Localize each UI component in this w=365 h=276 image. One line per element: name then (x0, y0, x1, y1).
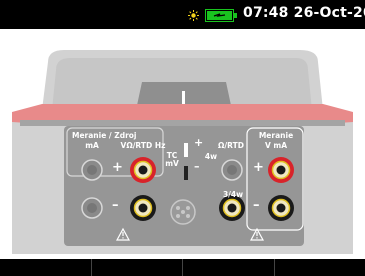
mv-label: mV (165, 159, 179, 168)
battery-charging-icon (205, 9, 237, 22)
multipin-connector (170, 199, 196, 225)
jack-ma-plus (81, 159, 103, 181)
jack-v-plus (130, 157, 156, 183)
group-right-title: Meranie (258, 131, 294, 140)
softkey-1[interactable] (0, 259, 91, 276)
terminal-panel (12, 50, 353, 254)
minus-label: – (253, 198, 260, 213)
group-left-unit: mA (85, 141, 99, 150)
softkey-bar (0, 259, 365, 276)
jack-rtd-4w (221, 159, 243, 181)
jack-ma-minus (81, 197, 103, 219)
clock-date: 07:48 26-Oct-20 (243, 5, 365, 21)
jack-measure-plus (268, 157, 294, 183)
softkey-2[interactable] (90, 259, 183, 276)
softkey-3[interactable] (182, 259, 274, 276)
four-wire-label: 4w (204, 152, 218, 161)
sun-icon (188, 10, 199, 21)
tc-minus-label: – (194, 160, 200, 173)
plus-label: + (112, 160, 123, 175)
group-right-unit: V mA (264, 141, 288, 150)
softkey-4[interactable] (273, 259, 365, 276)
input-v-label: VΩ/RTD Hz (120, 141, 166, 150)
status-bar: 07:48 26-Oct-20 (0, 0, 365, 29)
jack-v-minus (130, 195, 156, 221)
tc-plus-label: + (194, 136, 204, 149)
minus-label: – (112, 198, 119, 213)
group-left-title: Meranie / Zdroj (72, 131, 137, 140)
rtd-label: Ω/RTD (218, 141, 244, 150)
three-four-wire-label: 3/4w (222, 190, 244, 199)
jack-measure-minus (268, 195, 294, 221)
plus-label: + (253, 160, 264, 175)
